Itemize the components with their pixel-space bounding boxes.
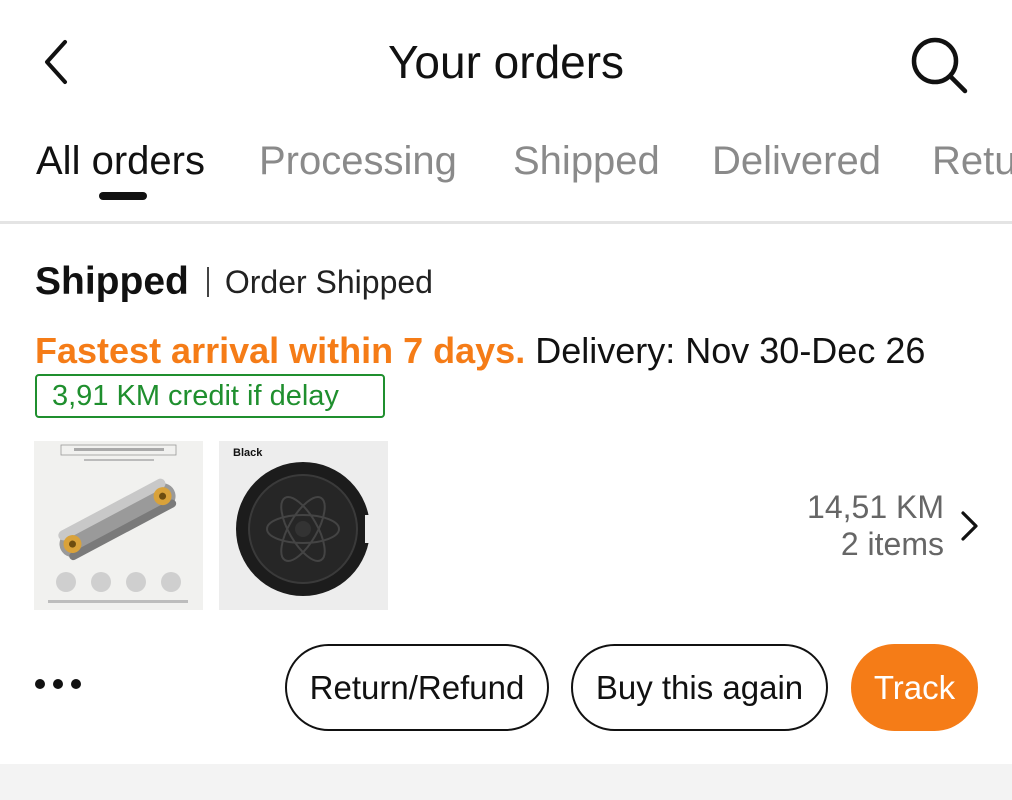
item-2-thumbnail[interactable]: Black [219,441,388,610]
page-title: Your orders [387,36,625,88]
search-icon [911,37,968,94]
order-status-row: Shipped Order Shipped [35,260,433,304]
chevron-right-icon[interactable] [957,508,983,544]
order-card[interactable]: Shipped Order Shipped Fastest arrival wi… [0,224,1012,764]
tab-returns[interactable]: Retu [932,136,1012,186]
next-card-separator [0,764,1012,800]
tab-shipped[interactable]: Shipped [513,136,660,186]
search-button[interactable] [904,32,974,96]
track-button[interactable]: Track [851,644,978,731]
tab-delivered[interactable]: Delivered [712,136,881,186]
order-status-detail: Order Shipped [224,263,433,300]
delay-credit-badge: 3,91 KM credit if delay [35,374,385,418]
delivery-date-text: Delivery: Nov 30-Dec 26 [535,330,926,371]
active-tab-indicator [99,192,147,200]
more-options-button[interactable] [33,664,85,704]
order-summary[interactable]: 14,51 KM 2 items [807,489,944,563]
black-soundhole-cover-image [219,441,388,610]
more-horizontal-icon [35,679,81,689]
buy-again-button[interactable]: Buy this again [571,644,828,731]
delivery-info: Fastest arrival within 7 days. Delivery:… [35,328,925,374]
item-2-color-label: Black [233,447,263,459]
tab-processing[interactable]: Processing [259,136,457,186]
order-item-count: 2 items [840,526,944,562]
fastest-arrival-text: Fastest arrival within 7 days. [35,330,526,371]
order-total: 14,51 KM [807,489,944,525]
order-tabs: All orders Processing Shipped Delivered … [0,130,1012,222]
header: Your orders [0,0,1012,125]
tab-all-orders[interactable]: All orders [36,136,205,186]
return-refund-button[interactable]: Return/Refund [285,644,549,731]
order-status: Shipped [35,260,189,303]
item-1-thumbnail[interactable] [34,441,203,610]
folding-tool-image [34,441,203,610]
status-divider [206,267,209,297]
